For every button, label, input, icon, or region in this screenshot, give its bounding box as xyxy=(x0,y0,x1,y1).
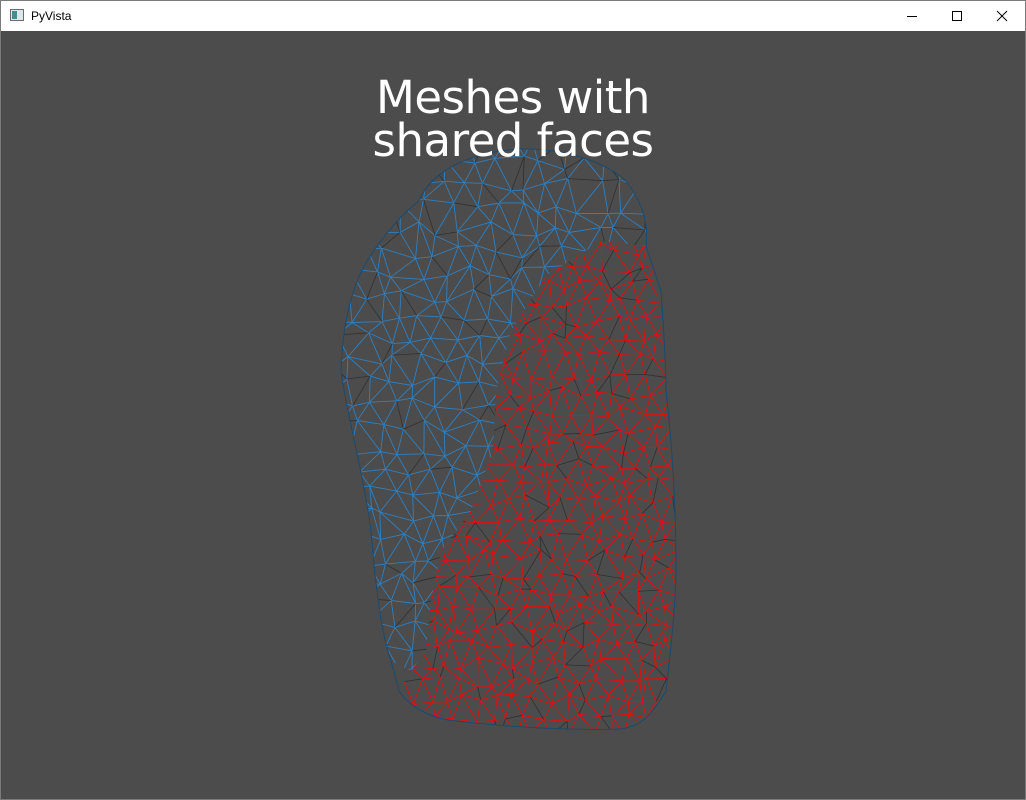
close-icon xyxy=(996,10,1008,22)
maximize-button[interactable] xyxy=(934,1,980,31)
scene-title-line-1: Meshes with xyxy=(376,71,650,124)
blue-mesh xyxy=(341,148,647,672)
title-bar[interactable]: PyVista xyxy=(1,1,1025,31)
minimize-button[interactable] xyxy=(889,1,935,31)
scene-title: Meshes with shared faces xyxy=(263,71,763,167)
close-button[interactable] xyxy=(979,1,1025,31)
minimize-icon xyxy=(907,16,917,17)
blue-mesh-edges xyxy=(341,148,647,672)
pyvista-app-icon[interactable] xyxy=(10,9,24,21)
window-title: PyVista xyxy=(31,9,72,23)
render-viewport[interactable]: Meshes with shared faces xyxy=(1,31,1025,799)
pyvista-window: PyVista Meshes with shared faces xyxy=(0,0,1026,800)
maximize-icon xyxy=(952,11,962,21)
mesh-outline xyxy=(340,148,677,730)
scene-title-line-2: shared faces xyxy=(372,114,654,167)
